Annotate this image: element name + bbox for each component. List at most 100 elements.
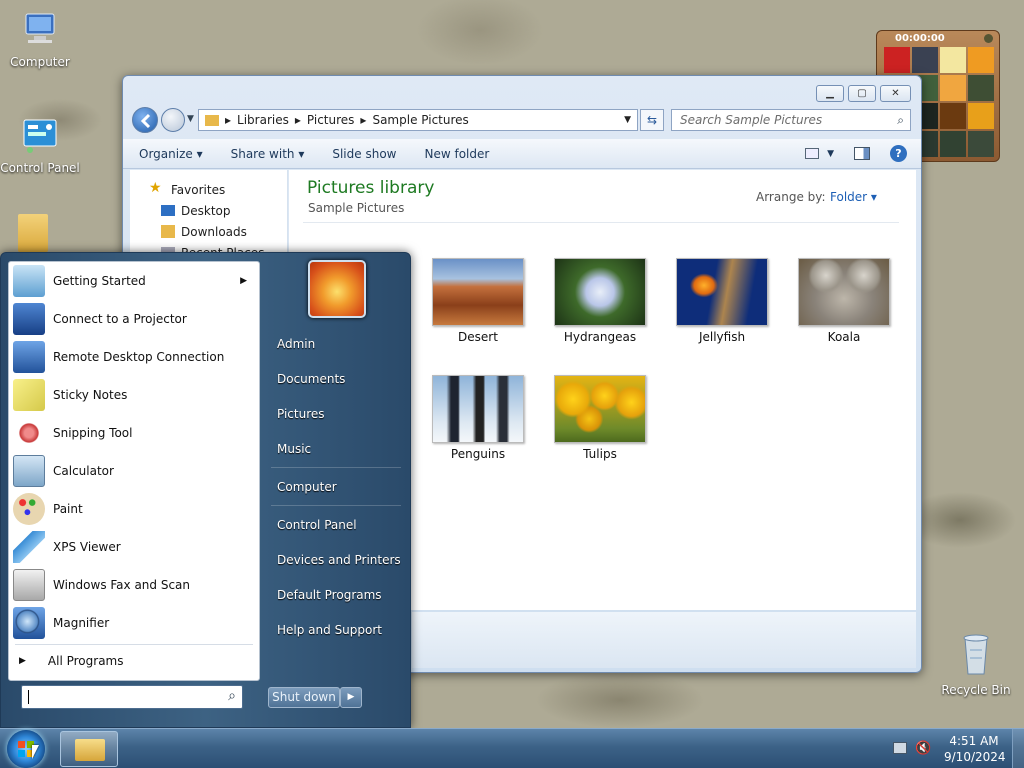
file-name: Penguins — [450, 447, 506, 461]
recycle-bin-icon — [963, 634, 989, 675]
library-title: Pictures library — [307, 178, 435, 198]
program-paint[interactable]: Paint — [9, 490, 259, 528]
breadcrumb-pictures[interactable]: Pictures — [307, 113, 355, 127]
share-with-button[interactable]: Share with ▾ — [231, 147, 305, 161]
file-jellyfish[interactable]: Jellyfish — [676, 258, 768, 344]
views-dropdown-icon[interactable]: ▼ — [827, 149, 834, 159]
calculator-icon — [13, 455, 45, 487]
program-snipping-tool[interactable]: Snipping Tool — [9, 414, 259, 452]
magnifier-icon — [13, 607, 45, 639]
programs-list: Getting Started ▶ Connect to a Projector… — [8, 261, 260, 681]
start-button[interactable] — [7, 730, 45, 768]
control-panel-icon — [23, 119, 57, 153]
file-koala[interactable]: Koala — [798, 258, 890, 344]
place-computer[interactable]: Computer — [277, 480, 337, 494]
forward-button[interactable] — [161, 108, 185, 132]
taskbar-explorer-button[interactable] — [60, 731, 118, 767]
program-sticky-notes[interactable]: Sticky Notes — [9, 376, 259, 414]
file-name: Hydrangeas — [563, 330, 637, 344]
start-menu[interactable]: Getting Started ▶ Connect to a Projector… — [0, 252, 411, 728]
place-documents[interactable]: Documents — [277, 372, 345, 386]
program-connect-to-projector[interactable]: Connect to a Projector — [9, 300, 259, 338]
volume-muted-icon[interactable]: 🔇 — [915, 741, 931, 756]
refresh-button[interactable]: ⇆ — [640, 109, 664, 131]
header-divider — [303, 222, 899, 223]
organize-button[interactable]: Organize ▾ — [139, 147, 203, 161]
program-getting-started[interactable]: Getting Started ▶ — [9, 262, 259, 300]
nav-desktop[interactable]: Desktop — [181, 204, 231, 218]
text-cursor — [28, 690, 29, 704]
search-icon: ⌕ — [228, 688, 236, 704]
thumbnail-jellyfish — [676, 258, 768, 326]
fax-scan-icon — [13, 569, 45, 601]
file-penguins[interactable]: Penguins — [432, 375, 524, 461]
desktop-icon-computer[interactable]: Computer — [0, 10, 80, 69]
program-xps-viewer[interactable]: XPS Viewer — [9, 528, 259, 566]
gadget-close-icon[interactable] — [984, 34, 993, 43]
search-input[interactable]: Search Sample Pictures ⌕ — [671, 109, 911, 131]
shut-down-button[interactable]: Shut down — [268, 687, 340, 708]
desktop-icon-label: Recycle Bin — [941, 683, 1011, 697]
show-desktop-button[interactable] — [1012, 729, 1024, 768]
place-help-support[interactable]: Help and Support — [277, 623, 382, 637]
place-admin[interactable]: Admin — [277, 337, 315, 351]
maximize-button[interactable]: ▢ — [848, 85, 876, 102]
file-hydrangeas[interactable]: Hydrangeas — [554, 258, 646, 344]
breadcrumb-sep-icon: ▸ — [294, 113, 301, 127]
paint-palette-icon — [13, 493, 45, 525]
minimize-button[interactable]: ▁ — [816, 85, 844, 102]
file-name: Desert — [458, 330, 498, 344]
folder-icon[interactable] — [18, 214, 48, 252]
help-icon[interactable]: ? — [890, 145, 907, 162]
program-magnifier[interactable]: Magnifier — [9, 604, 259, 642]
all-programs-button[interactable]: ▶ All Programs — [9, 647, 259, 675]
taskbar: 🔇 4:51 AM 9/10/2024 — [0, 728, 1024, 768]
clock-date[interactable]: 9/10/2024 — [944, 750, 1006, 764]
program-fax-and-scan[interactable]: Windows Fax and Scan — [9, 566, 259, 604]
breadcrumb-libraries[interactable]: Libraries — [237, 113, 289, 127]
library-subtitle: Sample Pictures — [308, 201, 405, 215]
program-calculator[interactable]: Calculator — [9, 452, 259, 490]
nav-favorites[interactable]: Favorites — [171, 183, 225, 197]
back-button[interactable] — [132, 107, 158, 133]
scissors-icon — [13, 417, 45, 449]
slide-show-button[interactable]: Slide show — [332, 147, 396, 161]
explorer-folder-icon — [75, 739, 105, 761]
computer-icon — [25, 13, 55, 43]
address-bar[interactable]: ▸ Libraries ▸ Pictures ▸ Sample Pictures… — [198, 109, 638, 131]
file-tulips[interactable]: Tulips — [554, 375, 646, 461]
place-default-programs[interactable]: Default Programs — [277, 588, 382, 602]
network-icon[interactable] — [893, 742, 907, 754]
start-search-input[interactable]: ⌕ — [21, 685, 243, 709]
clock-time[interactable]: 4:51 AM — [944, 734, 1004, 748]
user-picture[interactable] — [308, 260, 366, 318]
close-button[interactable]: ✕ — [880, 85, 911, 102]
arrange-dropdown[interactable]: Folder ▾ — [830, 190, 877, 204]
history-dropdown-icon[interactable]: ▼ — [187, 114, 194, 124]
nav-downloads[interactable]: Downloads — [181, 225, 247, 239]
file-name: Jellyfish — [698, 330, 746, 344]
place-pictures[interactable]: Pictures — [277, 407, 325, 421]
search-icon: ⌕ — [897, 113, 904, 127]
breadcrumb-sample-pictures[interactable]: Sample Pictures — [372, 113, 468, 127]
thumbnail-hydrangeas — [554, 258, 646, 326]
preview-pane-icon[interactable] — [854, 147, 870, 160]
details-pane — [412, 612, 916, 668]
place-control-panel[interactable]: Control Panel — [277, 518, 357, 532]
place-devices-printers[interactable]: Devices and Printers — [277, 553, 401, 567]
breadcrumb-sep-icon: ▸ — [360, 113, 367, 127]
folder-icon — [205, 114, 219, 126]
new-folder-button[interactable]: New folder — [424, 147, 489, 161]
views-icon[interactable] — [805, 148, 820, 159]
address-dropdown-icon[interactable]: ▼ — [624, 115, 631, 125]
projector-icon — [13, 303, 45, 335]
file-desert[interactable]: Desert — [432, 258, 524, 344]
desktop-icon-recycle-bin[interactable]: Recycle Bin — [936, 630, 1016, 697]
program-remote-desktop[interactable]: Remote Desktop Connection — [9, 338, 259, 376]
desktop-icon-control-panel[interactable]: Control Panel — [0, 116, 80, 175]
command-bar: Organize ▾ Share with ▾ Slide show New f… — [123, 139, 921, 169]
all-programs-arrow-icon: ▶ — [19, 656, 26, 666]
shut-down-options-button[interactable]: ▶ — [340, 687, 362, 708]
favorites-star-icon: ★ — [149, 180, 162, 196]
place-music[interactable]: Music — [277, 442, 311, 456]
